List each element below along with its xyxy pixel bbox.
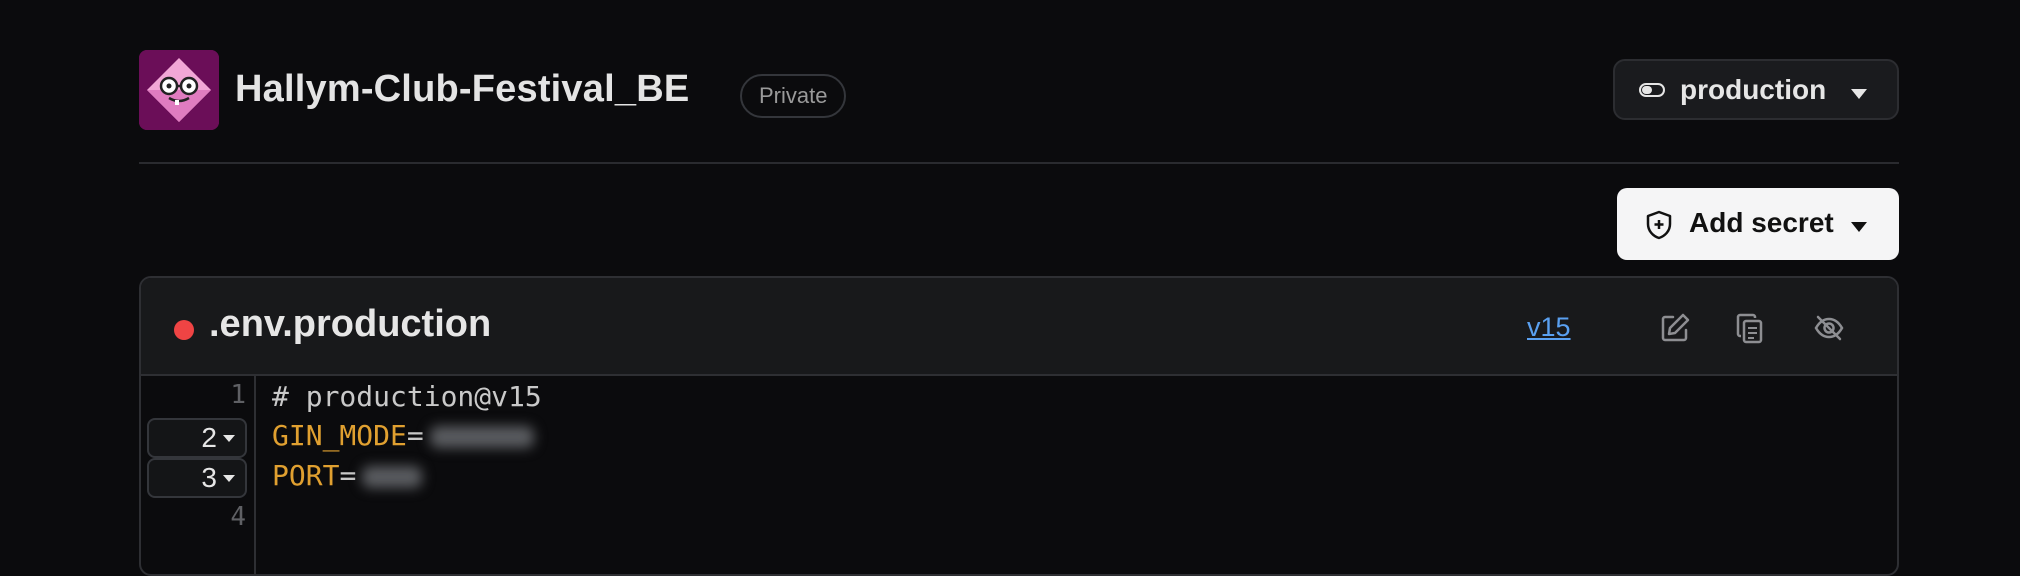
- owl-logo-icon: [139, 50, 219, 130]
- status-dot: [174, 320, 194, 340]
- environment-selector[interactable]: production: [1613, 59, 1899, 120]
- code-line: GIN_MODE=: [272, 419, 534, 452]
- chevron-down-icon: [223, 435, 235, 442]
- code-editor[interactable]: 1 2 3 4 # production@v15 GIN_MODE= PORT=: [141, 376, 1897, 574]
- chevron-down-icon: [1851, 86, 1867, 104]
- toggle-icon: [1639, 83, 1665, 102]
- add-secret-label: Add secret: [1689, 207, 1834, 238]
- chevron-down-icon: [1851, 219, 1867, 237]
- line-number: 3: [201, 462, 217, 493]
- chevron-down-icon: [223, 475, 235, 482]
- line-number: 4: [230, 502, 246, 532]
- line-number-gutter: 1 2 3 4: [141, 376, 256, 574]
- shield-plus-icon: [1646, 210, 1672, 245]
- file-name: .env.production: [209, 303, 492, 345]
- version-link[interactable]: v15: [1527, 312, 1571, 343]
- repo-name[interactable]: Hallym-Club-Festival_BE: [235, 68, 689, 111]
- env-file-panel: .env.production v15 1 2 3 4 # production…: [139, 276, 1899, 576]
- copy-icon[interactable]: [1735, 312, 1767, 344]
- fold-toggle[interactable]: 2: [147, 418, 247, 458]
- equals-sign: =: [339, 459, 357, 492]
- masked-value[interactable]: [362, 466, 423, 488]
- line-number: 1: [230, 380, 246, 410]
- code-line-comment: # production@v15: [272, 380, 542, 413]
- edit-icon[interactable]: [1659, 312, 1691, 344]
- line-number: 2: [201, 422, 217, 453]
- hide-icon[interactable]: [1813, 312, 1845, 344]
- env-key: PORT: [272, 459, 340, 492]
- code-line: PORT=: [272, 459, 423, 492]
- visibility-badge: Private: [740, 74, 847, 118]
- repo-header: Hallym-Club-Festival_BE Private producti…: [139, 50, 1899, 130]
- header-divider: [139, 162, 1899, 164]
- file-header: .env.production v15: [141, 278, 1897, 376]
- fold-toggle[interactable]: 3: [147, 458, 247, 498]
- env-key: GIN_MODE: [272, 419, 407, 452]
- equals-sign: =: [406, 419, 424, 452]
- environment-label: production: [1680, 74, 1827, 105]
- add-secret-button[interactable]: Add secret: [1617, 188, 1899, 260]
- masked-value[interactable]: [429, 426, 534, 448]
